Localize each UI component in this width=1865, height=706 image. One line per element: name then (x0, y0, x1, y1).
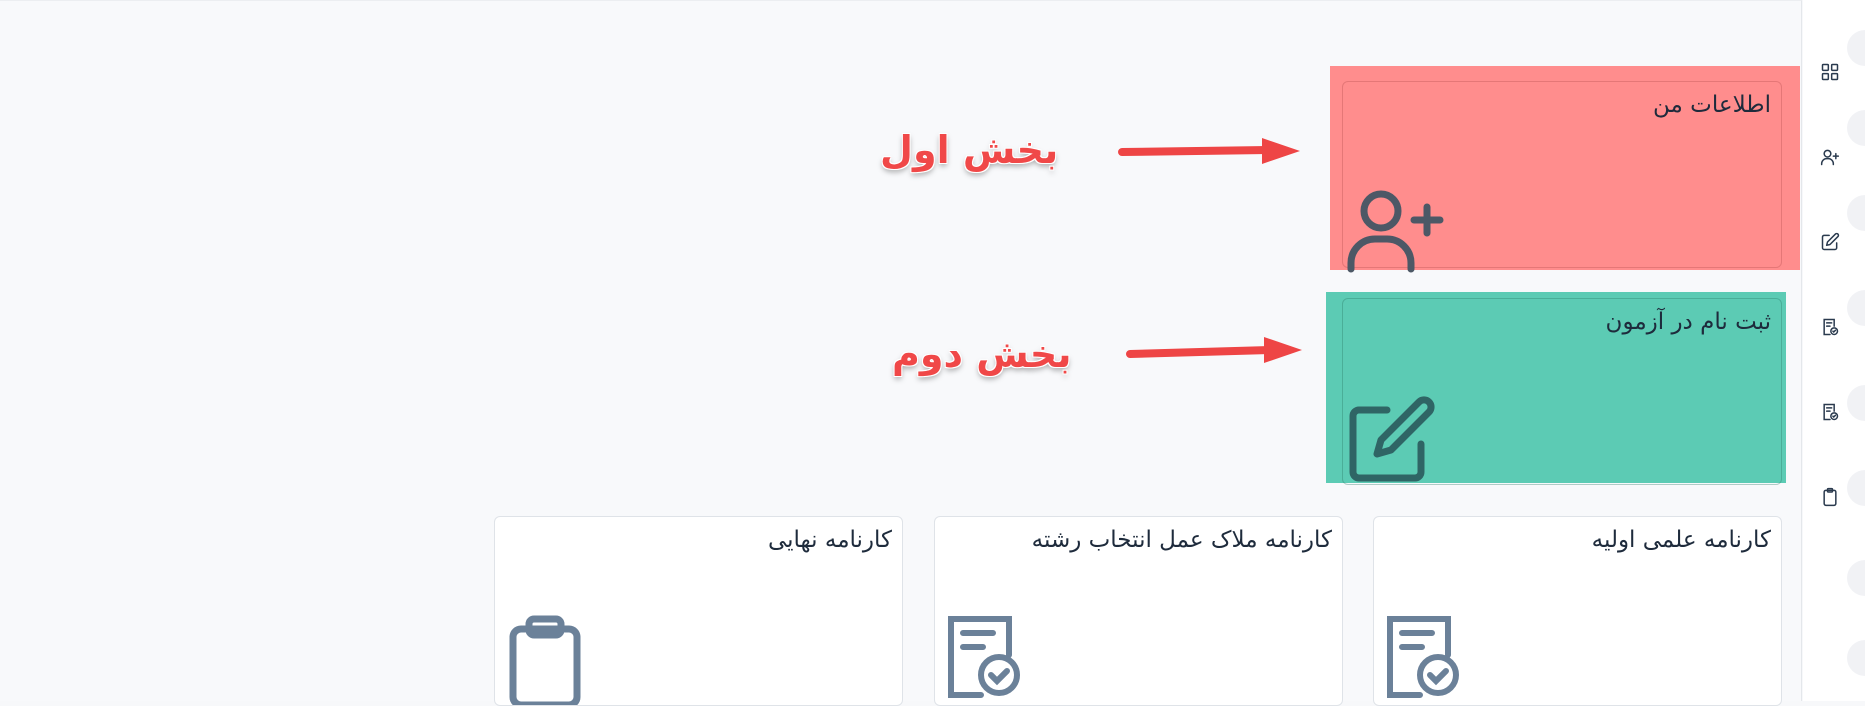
card-major-selection-scorecard[interactable]: کارنامه ملاک عمل انتخاب رشته (934, 516, 1343, 706)
sidebar-pattern (1847, 385, 1865, 421)
annotation-arrow-second (1126, 337, 1302, 363)
clipboard-icon (509, 615, 581, 705)
sidebar-pattern (1847, 30, 1865, 66)
sidebar-pattern (1847, 560, 1865, 596)
user-plus-icon (1820, 149, 1840, 166)
sidebar-pattern (1847, 290, 1865, 326)
card-title: کارنامه علمی اولیه (1591, 527, 1771, 553)
sidebar-pattern (1847, 110, 1865, 146)
sidebar-pattern (1847, 470, 1865, 506)
card-title: کارنامه نهایی (767, 527, 892, 553)
card-initial-scorecard[interactable]: کارنامه علمی اولیه (1373, 516, 1782, 706)
card-final-scorecard[interactable]: کارنامه نهایی (494, 516, 903, 706)
document-check-icon (1387, 616, 1459, 698)
annotation-second-section: بخش دوم (892, 332, 1072, 376)
sidebar-pattern (1847, 640, 1865, 676)
card-title: کارنامه ملاک عمل انتخاب رشته (1031, 527, 1332, 553)
dashboard-grid-icon (1821, 63, 1839, 81)
document-check-icon (1823, 318, 1839, 336)
document-check-icon (1823, 403, 1839, 421)
card-title: اطلاعات من (1653, 92, 1771, 118)
sidebar-item-dashboard[interactable] (1817, 59, 1843, 85)
annotation-first-section: بخش اول (880, 128, 1059, 172)
sidebar-item-initial-scorecard[interactable] (1817, 314, 1843, 340)
user-plus-icon (1347, 190, 1444, 273)
sidebar-pattern (1847, 195, 1865, 231)
sidebar-item-major-scorecard[interactable] (1817, 399, 1843, 425)
sidebar-item-exam-registration[interactable] (1817, 229, 1843, 255)
sidebar (1803, 0, 1865, 701)
document-check-icon (948, 616, 1020, 698)
card-my-info[interactable]: اطلاعات من (1342, 81, 1782, 273)
annotation-arrow-first (1118, 138, 1300, 164)
clipboard-icon (1823, 487, 1837, 507)
sidebar-item-my-info[interactable] (1817, 144, 1843, 170)
edit-icon (1349, 396, 1435, 482)
card-title: ثبت نام در آزمون (1605, 309, 1771, 335)
card-exam-registration[interactable]: ثبت نام در آزمون (1342, 298, 1782, 485)
edit-icon (1821, 232, 1840, 251)
sidebar-item-final-scorecard[interactable] (1817, 484, 1843, 510)
